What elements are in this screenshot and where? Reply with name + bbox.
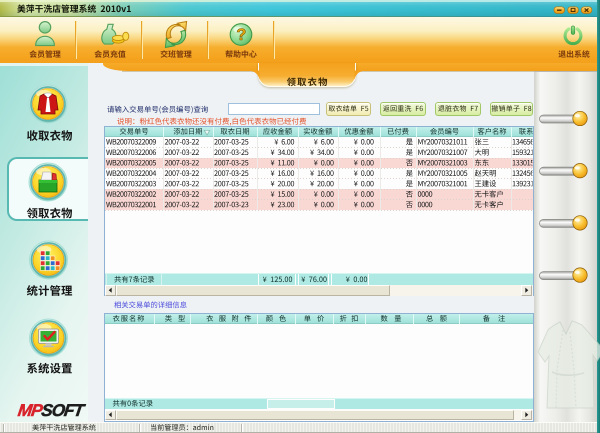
- svg-text:?: ?: [236, 26, 246, 44]
